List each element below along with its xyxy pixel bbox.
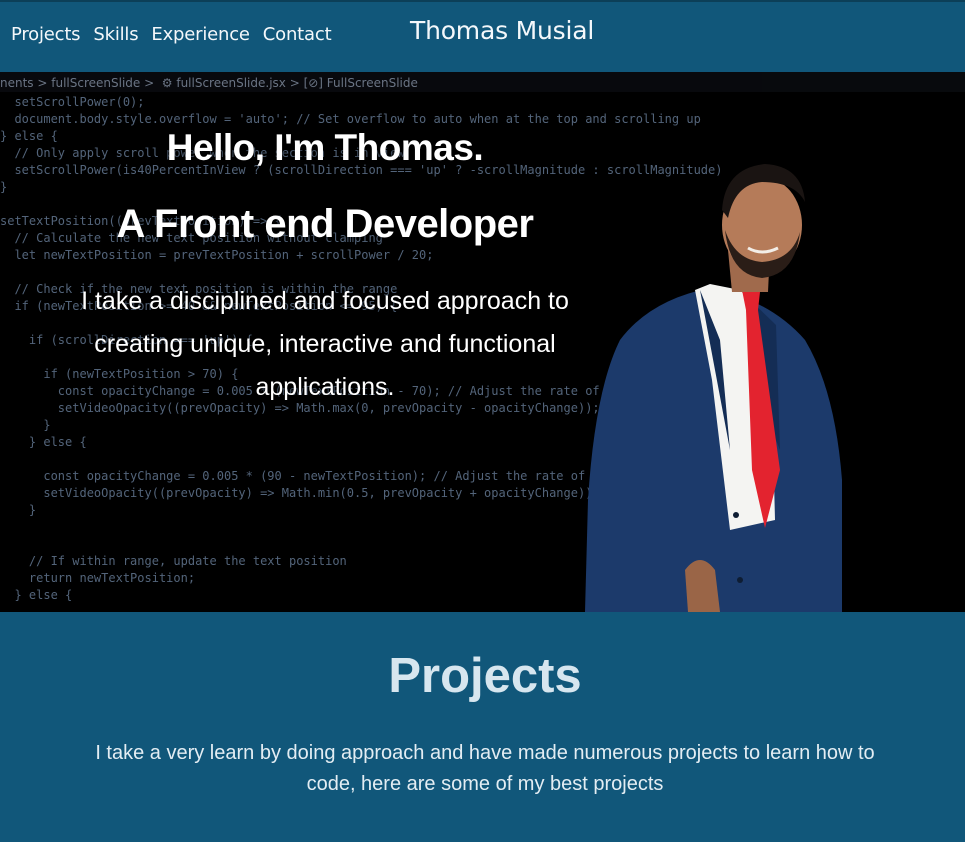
hero-role-title: A Front end Developer	[116, 202, 534, 246]
hero-description: I take a disciplined and focused approac…	[81, 287, 569, 401]
nav-link-projects[interactable]: Projects	[11, 24, 81, 45]
top-navbar: Projects Skills Experience Contact Thoma…	[0, 0, 965, 72]
hero-greeting: Hello, I'm Thomas.	[166, 127, 484, 168]
hero-section: nents > fullScreenSlide > ⚙ fullScreenSl…	[0, 72, 965, 612]
projects-heading: Projects	[388, 649, 582, 703]
nav-link-experience[interactable]: Experience	[151, 24, 250, 45]
code-line: setScrollPower(0);	[0, 95, 145, 109]
editor-breadcrumb: nents > fullScreenSlide > ⚙ fullScreenSl…	[0, 72, 965, 92]
code-line: document.body.style.overflow = 'auto'; /…	[0, 112, 701, 126]
nav-links: Projects Skills Experience Contact	[11, 24, 332, 45]
projects-section: Projects I take a very learn by doing ap…	[0, 612, 965, 842]
site-brand-name[interactable]: Thomas Musial	[410, 16, 594, 45]
nav-link-skills[interactable]: Skills	[93, 24, 138, 45]
nav-link-contact[interactable]: Contact	[263, 24, 332, 45]
projects-description: I take a very learn by doing approach an…	[95, 742, 875, 795]
